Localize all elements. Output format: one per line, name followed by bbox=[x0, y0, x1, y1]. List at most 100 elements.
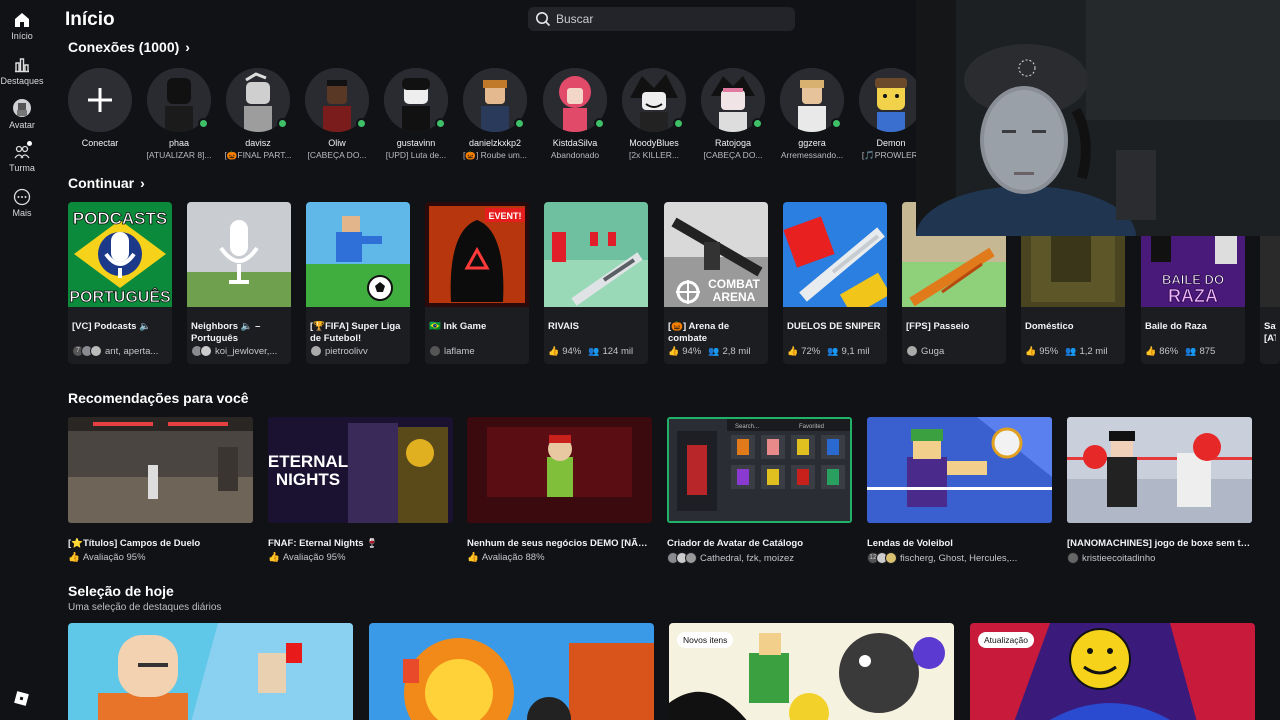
continue-title: Continuar bbox=[68, 175, 135, 191]
game-card[interactable]: Lendas de Voleibol 12 fischerg, Ghost, H… bbox=[867, 417, 1052, 564]
online-indicator bbox=[514, 118, 525, 129]
thumbs-up-icon: 👍 bbox=[668, 346, 680, 356]
players: 9,1 mil bbox=[841, 346, 870, 357]
thumbs-up-icon: 👍 bbox=[467, 552, 479, 563]
players: 124 mil bbox=[602, 346, 634, 357]
game-title: FNAF: Eternal Nights 🍷 bbox=[268, 538, 378, 549]
friend-item[interactable]: KistdaSilva Abandonado bbox=[537, 68, 613, 160]
friend-item[interactable]: danielzkxkp2 [🎃] Roube um... bbox=[457, 68, 533, 161]
game-card[interactable]: [⭐Títulos] Campos de Duelo 👍 Avaliação 95… bbox=[68, 417, 253, 563]
game-meta: 👍 94% 👥 124 mil bbox=[548, 346, 633, 357]
creator-avatar-icon bbox=[310, 345, 322, 357]
game-title: Doméstico bbox=[1025, 321, 1074, 332]
rating: 94% bbox=[682, 346, 702, 357]
game-title: Sat [AT bbox=[1264, 321, 1276, 344]
sidebar-item-avatar[interactable]: Avatar bbox=[0, 98, 44, 130]
friend-name: davisz bbox=[245, 138, 271, 148]
game-card[interactable]: [🏆FIFA] Super Liga de Futebol! pietrooli… bbox=[306, 202, 410, 364]
game-title: DUELOS DE SNIPER bbox=[787, 321, 881, 332]
today-title: Seleção de hoje bbox=[68, 583, 174, 599]
online-indicator bbox=[831, 118, 842, 129]
players: 1,2 mil bbox=[1079, 346, 1108, 357]
game-card[interactable]: Nenhum de seus negócios DEMO [NÃO ... 👍 A… bbox=[467, 417, 652, 563]
thumb-text: COMBAT bbox=[708, 277, 760, 291]
game-card[interactable]: RIVAIS 👍 94% 👥 124 mil bbox=[544, 202, 648, 364]
game-card[interactable]: Search... Favorited Criador de Avatar de… bbox=[667, 417, 852, 564]
search-bar[interactable] bbox=[528, 7, 795, 31]
recommendations-title: Recomendações para você bbox=[68, 390, 249, 406]
game-meta: laflame bbox=[429, 345, 475, 357]
creator-avatar-icon bbox=[1067, 552, 1079, 564]
featured-tag: Atualização bbox=[978, 632, 1034, 648]
connections-header[interactable]: Conexões (1000) › bbox=[68, 39, 190, 55]
friend-names: fischerg, Ghost, Hercules,... bbox=[900, 552, 1018, 564]
game-card[interactable]: DUELOS DE SNIPER 👍 72% 👥 9,1 mil bbox=[783, 202, 887, 364]
featured-card[interactable] bbox=[369, 623, 654, 720]
game-card[interactable]: Neighbors 🔈 – Português koi_jewlover,... bbox=[187, 202, 291, 364]
game-thumbnail bbox=[68, 417, 253, 523]
connections-title: Conexões (1000) bbox=[68, 39, 180, 55]
game-thumbnail: EVENT! bbox=[425, 202, 529, 307]
sidebar-item-more[interactable]: Mais bbox=[0, 188, 44, 218]
roblox-logo-icon[interactable] bbox=[14, 691, 29, 706]
players-icon: 👥 bbox=[1185, 346, 1197, 356]
today-subtitle: Uma seleção de destaques diários bbox=[68, 602, 222, 613]
game-meta: Guga bbox=[906, 345, 944, 357]
creator-name: laflame bbox=[444, 345, 475, 357]
players-icon: 👥 bbox=[827, 346, 839, 356]
friend-item[interactable]: MoodyBlues [2x KILLER... bbox=[616, 68, 692, 160]
game-thumbnail bbox=[1067, 417, 1252, 523]
creator-avatar-icon bbox=[906, 345, 918, 357]
game-card[interactable]: [NANOMACHINES] jogo de boxe sem tít... k… bbox=[1067, 417, 1252, 564]
recommendations-header: Recomendações para você bbox=[68, 390, 249, 406]
thumb-text: Search... bbox=[735, 424, 759, 430]
game-card[interactable]: PODCASTS PORTUGUÊS [VC] Podcasts 🔈 7 ant… bbox=[68, 202, 172, 364]
game-card[interactable]: EVENT! 🇧🇷 Ink Game laflame bbox=[425, 202, 529, 364]
sidebar-item-group[interactable]: Turma bbox=[0, 141, 44, 173]
avatar bbox=[305, 68, 369, 132]
avatar bbox=[622, 68, 686, 132]
online-indicator bbox=[435, 118, 446, 129]
thumbs-up-icon: 👍 bbox=[548, 346, 560, 356]
game-title: Neighbors 🔈 – Português bbox=[191, 321, 261, 344]
game-card[interactable]: COMBAT ARENA [🎃] Arena de combate 👍 94% … bbox=[664, 202, 768, 364]
friend-item[interactable]: gustavinn [UPD] Luta de... bbox=[378, 68, 454, 160]
featured-card[interactable]: Novos itens bbox=[669, 623, 954, 720]
game-meta: 👍 Avaliação 88% bbox=[467, 552, 652, 563]
friend-name: phaa bbox=[168, 138, 190, 148]
avatar bbox=[463, 68, 527, 132]
creator-name: pietroolivv bbox=[325, 345, 368, 357]
game-title: [⭐Títulos] Campos de Duelo bbox=[68, 538, 201, 549]
search-input[interactable] bbox=[556, 7, 786, 31]
thumbs-up-icon: 👍 bbox=[68, 552, 80, 563]
game-thumbnail bbox=[544, 202, 648, 307]
app-root: Início Destaques Avatar Turma Mais Iníci… bbox=[0, 0, 1280, 720]
sidebar-item-highlights[interactable]: Destaques bbox=[0, 56, 44, 86]
thumbs-up-icon: 👍 bbox=[268, 552, 280, 563]
friend-item[interactable]: Ratojoga [CABEÇA DO... bbox=[695, 68, 771, 160]
home-icon bbox=[15, 13, 29, 27]
friend-status: [🎃FINAL PART... bbox=[224, 150, 292, 160]
featured-card[interactable]: Atualização bbox=[970, 623, 1255, 720]
rating: Avaliação 95% bbox=[82, 552, 146, 563]
featured-card[interactable] bbox=[68, 623, 353, 720]
friend-item[interactable]: ggzera Arremessando... bbox=[774, 68, 850, 160]
notification-dot bbox=[27, 141, 32, 146]
sidebar-item-home[interactable]: Início bbox=[0, 11, 44, 41]
game-card[interactable]: ETERNAL NIGHTS FNAF: Eternal Nights 🍷 👍 A… bbox=[268, 417, 453, 563]
rating: 94% bbox=[562, 346, 582, 357]
friend-status: Abandonado bbox=[550, 150, 600, 160]
friend-name: gustavinn bbox=[396, 138, 436, 148]
connect-button[interactable]: Conectar bbox=[62, 68, 138, 148]
friend-name: KistdaSilva bbox=[552, 138, 598, 148]
friend-names: ant, aperta... bbox=[105, 345, 159, 357]
continue-header[interactable]: Continuar › bbox=[68, 175, 145, 191]
friend-item[interactable]: Oliw [CABEÇA DO... bbox=[299, 68, 375, 160]
friend-item[interactable]: phaa [ATUALIZAR 8]... bbox=[141, 68, 217, 160]
avatar bbox=[780, 68, 844, 132]
game-thumbnail bbox=[467, 417, 652, 523]
friend-item[interactable]: davisz [🎃FINAL PART... bbox=[220, 68, 296, 161]
chevron-right-icon: › bbox=[140, 175, 145, 191]
game-meta: kristieecoitadinho bbox=[1067, 552, 1252, 564]
game-title: [VC] Podcasts 🔈 bbox=[72, 321, 151, 332]
